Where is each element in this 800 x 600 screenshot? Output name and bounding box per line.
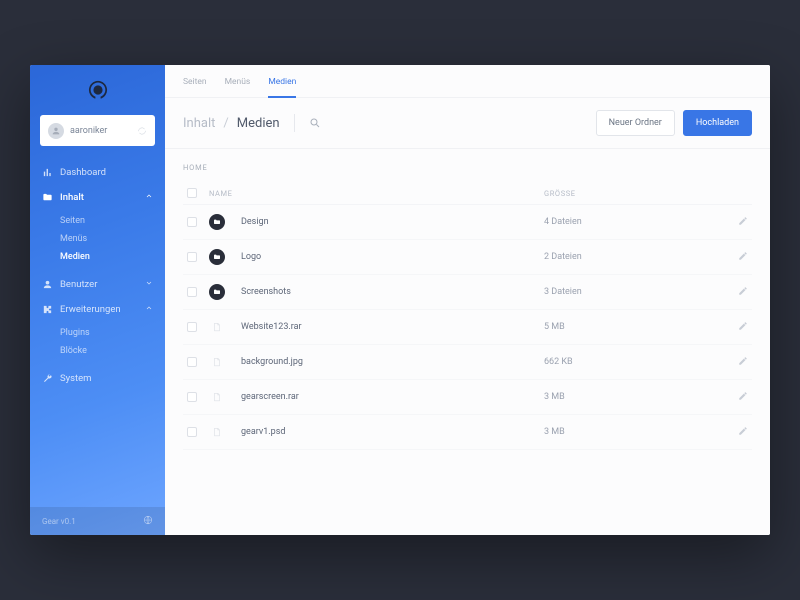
edit-icon[interactable] bbox=[738, 356, 748, 369]
sidebar: aaroniker Dashboard Inhalt SeitenMenüsMedi… bbox=[30, 65, 165, 535]
header-actions: Neuer Ordner Hochladen bbox=[596, 110, 752, 136]
wrench-icon bbox=[42, 373, 53, 384]
search-button[interactable] bbox=[309, 114, 321, 133]
row-checkbox[interactable] bbox=[187, 357, 197, 367]
refresh-icon[interactable] bbox=[137, 121, 147, 140]
edit-icon[interactable] bbox=[738, 391, 748, 404]
row-checkbox[interactable] bbox=[187, 252, 197, 262]
nav-item-label: Dashboard bbox=[60, 167, 106, 178]
row-checkbox[interactable] bbox=[187, 217, 197, 227]
tabs: Seiten Menüs Medien bbox=[165, 65, 770, 98]
row-size: 3 MB bbox=[544, 427, 724, 437]
nav-sub-item-medien[interactable]: Medien bbox=[60, 248, 165, 266]
row-size: 2 Dateien bbox=[544, 252, 724, 262]
avatar-icon bbox=[48, 123, 64, 139]
row-checkbox[interactable] bbox=[187, 392, 197, 402]
upload-button[interactable]: Hochladen bbox=[683, 110, 752, 136]
breadcrumb-separator: / bbox=[223, 116, 228, 131]
user-card[interactable]: aaroniker bbox=[40, 115, 155, 146]
nav-item-dashboard[interactable]: Dashboard bbox=[30, 160, 165, 185]
nav-item-label: Inhalt bbox=[60, 192, 84, 203]
sidebar-footer: Gear v0.1 bbox=[30, 507, 165, 535]
nav-item-system[interactable]: System bbox=[30, 366, 165, 391]
tab-seiten[interactable]: Seiten bbox=[183, 77, 207, 97]
table-row[interactable]: Screenshots 3 Dateien bbox=[183, 275, 752, 310]
file-icon bbox=[209, 389, 225, 405]
file-icon bbox=[209, 319, 225, 335]
new-folder-button[interactable]: Neuer Ordner bbox=[596, 110, 675, 136]
tab-menüs[interactable]: Menüs bbox=[225, 77, 251, 97]
user-name: aaroniker bbox=[70, 126, 131, 136]
app-window: aaroniker DashboardInhaltSeitenMenüsMedi… bbox=[30, 65, 770, 535]
row-size: 4 Dateien bbox=[544, 217, 724, 227]
row-name: Screenshots bbox=[241, 287, 291, 297]
nav-item-inhalt[interactable]: Inhalt bbox=[30, 185, 165, 210]
header: Inhalt / Medien Neuer Ordner Hochladen bbox=[165, 98, 770, 149]
main: Seiten Menüs Medien Inhalt / Medien Neuer … bbox=[165, 65, 770, 535]
row-name: Website123.rar bbox=[241, 322, 302, 332]
chart-icon bbox=[42, 167, 53, 178]
row-size: 3 Dateien bbox=[544, 287, 724, 297]
breadcrumb-current: Medien bbox=[237, 116, 280, 131]
row-checkbox[interactable] bbox=[187, 427, 197, 437]
table-header: NAME GRÖSSE bbox=[183, 182, 752, 205]
chevron-down-icon bbox=[145, 279, 153, 290]
row-name: background.jpg bbox=[241, 357, 303, 367]
nav-item-label: System bbox=[60, 373, 92, 384]
folder-icon bbox=[209, 249, 225, 265]
file-icon bbox=[209, 424, 225, 440]
puzzle-icon bbox=[42, 304, 53, 315]
row-size: 5 MB bbox=[544, 322, 724, 332]
table-row[interactable]: Website123.rar 5 MB bbox=[183, 310, 752, 345]
home-label[interactable]: HOME bbox=[183, 163, 752, 172]
chevron-up-icon bbox=[145, 304, 153, 315]
folder-icon bbox=[42, 192, 53, 203]
row-checkbox[interactable] bbox=[187, 322, 197, 332]
breadcrumb-parent[interactable]: Inhalt bbox=[183, 116, 215, 131]
user-icon bbox=[42, 279, 53, 290]
row-name: gearv1.psd bbox=[241, 427, 285, 437]
nav-sub-item-blöcke[interactable]: Blöcke bbox=[60, 342, 165, 360]
nav-sub-item-menüs[interactable]: Menüs bbox=[60, 230, 165, 248]
row-checkbox[interactable] bbox=[187, 287, 197, 297]
row-name: Design bbox=[241, 217, 269, 227]
content: HOME NAME GRÖSSE Design 4 Dateien Logo 2… bbox=[165, 149, 770, 535]
nav-item-erweiterungen[interactable]: Erweiterungen bbox=[30, 297, 165, 322]
logo bbox=[30, 65, 165, 111]
column-size[interactable]: GRÖSSE bbox=[544, 189, 724, 198]
folder-icon bbox=[209, 284, 225, 300]
edit-icon[interactable] bbox=[738, 286, 748, 299]
edit-icon[interactable] bbox=[738, 251, 748, 264]
row-name: Logo bbox=[241, 252, 261, 262]
nav-sub-item-seiten[interactable]: Seiten bbox=[60, 212, 165, 230]
row-size: 3 MB bbox=[544, 392, 724, 402]
table-row[interactable]: Design 4 Dateien bbox=[183, 205, 752, 240]
version-label: Gear v0.1 bbox=[42, 517, 76, 526]
nav-item-benutzer[interactable]: Benutzer bbox=[30, 272, 165, 297]
nav-item-label: Erweiterungen bbox=[60, 304, 121, 315]
select-all-checkbox[interactable] bbox=[187, 188, 197, 198]
edit-icon[interactable] bbox=[738, 216, 748, 229]
row-size: 662 KB bbox=[544, 357, 724, 367]
globe-icon[interactable] bbox=[143, 515, 153, 527]
tab-medien[interactable]: Medien bbox=[268, 77, 296, 97]
nav: Dashboard Inhalt SeitenMenüsMedien Benutzer… bbox=[30, 158, 165, 507]
divider bbox=[294, 114, 295, 132]
breadcrumb: Inhalt / Medien bbox=[183, 116, 280, 131]
table-row[interactable]: gearv1.psd 3 MB bbox=[183, 415, 752, 450]
table-row[interactable]: background.jpg 662 KB bbox=[183, 345, 752, 380]
row-name: gearscreen.rar bbox=[241, 392, 299, 402]
table-row[interactable]: gearscreen.rar 3 MB bbox=[183, 380, 752, 415]
nav-item-label: Benutzer bbox=[60, 279, 97, 290]
chevron-up-icon bbox=[145, 192, 153, 203]
column-name[interactable]: NAME bbox=[209, 189, 544, 198]
file-icon bbox=[209, 354, 225, 370]
folder-icon bbox=[209, 214, 225, 230]
edit-icon[interactable] bbox=[738, 426, 748, 439]
table-row[interactable]: Logo 2 Dateien bbox=[183, 240, 752, 275]
edit-icon[interactable] bbox=[738, 321, 748, 334]
nav-sub-item-plugins[interactable]: Plugins bbox=[60, 324, 165, 342]
